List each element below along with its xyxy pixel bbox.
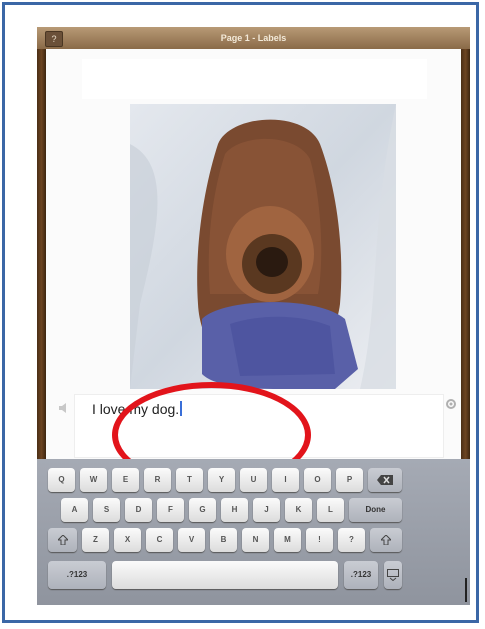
key-l[interactable]: L [317, 498, 344, 522]
key-k[interactable]: K [285, 498, 312, 522]
key-h[interactable]: H [221, 498, 248, 522]
gear-icon[interactable] [445, 398, 457, 413]
key-m[interactable]: M [274, 528, 301, 552]
key-i[interactable]: I [272, 468, 299, 492]
key-p[interactable]: P [336, 468, 363, 492]
key-a[interactable]: A [61, 498, 88, 522]
keyboard-hide-icon [387, 569, 399, 582]
dog-photo[interactable] [130, 104, 396, 389]
key-b[interactable]: B [210, 528, 237, 552]
key-u[interactable]: U [240, 468, 267, 492]
key-n[interactable]: N [242, 528, 269, 552]
page-title: Page 1 - Labels [220, 33, 287, 43]
key-question-label: ? [349, 535, 354, 544]
backspace-icon [377, 475, 393, 485]
backspace-key[interactable] [368, 468, 402, 492]
key-v[interactable]: V [178, 528, 205, 552]
space-bar[interactable] [112, 561, 338, 589]
page-header-area [82, 59, 427, 99]
done-key[interactable]: Done [349, 498, 402, 522]
key-exclamation-label: ! [318, 535, 321, 544]
key-w[interactable]: W [80, 468, 107, 492]
shift-icon [379, 534, 393, 546]
numbers-key-left[interactable]: .?123 [48, 561, 106, 589]
key-t[interactable]: T [176, 468, 203, 492]
key-d[interactable]: D [125, 498, 152, 522]
dog-photo-image [130, 104, 396, 389]
text-cursor-glyph [465, 578, 467, 602]
key-q[interactable]: Q [48, 468, 75, 492]
key-c[interactable]: C [146, 528, 173, 552]
key-g[interactable]: G [189, 498, 216, 522]
key-y[interactable]: Y [208, 468, 235, 492]
shift-icon [56, 534, 69, 546]
shift-key-left[interactable] [48, 528, 77, 552]
key-f[interactable]: F [157, 498, 184, 522]
numbers-key-right[interactable]: .?123 [344, 561, 378, 589]
key-question[interactable]: ? [338, 528, 365, 552]
app-window: ? Page 1 - Labels I love my dog. Q W E R… [37, 27, 470, 605]
speaker-icon[interactable] [57, 401, 71, 415]
key-exclamation[interactable]: ! [306, 528, 333, 552]
page-edge-right [461, 49, 470, 459]
hide-keyboard-key[interactable] [384, 561, 402, 589]
title-bar: ? Page 1 - Labels [37, 27, 470, 50]
shift-key-right[interactable] [370, 528, 402, 552]
key-o[interactable]: O [304, 468, 331, 492]
page-edge-left [37, 49, 46, 459]
key-x[interactable]: X [114, 528, 141, 552]
key-s[interactable]: S [93, 498, 120, 522]
key-e[interactable]: E [112, 468, 139, 492]
onscreen-keyboard: Q W E R T Y U I O P A S D F G H J K L Do… [37, 459, 470, 605]
key-r[interactable]: R [144, 468, 171, 492]
key-j[interactable]: J [253, 498, 280, 522]
key-z[interactable]: Z [82, 528, 109, 552]
book-page: I love my dog. [46, 49, 461, 488]
